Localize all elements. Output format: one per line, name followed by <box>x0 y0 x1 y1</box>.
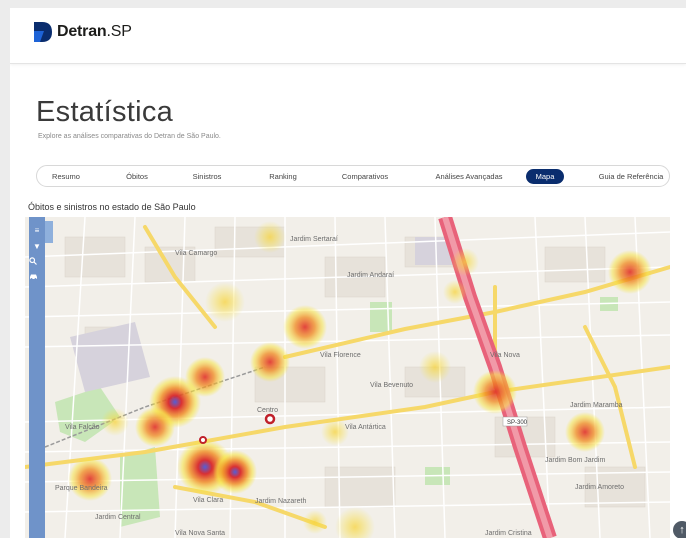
page: Detran.SP Estatística Explore as análise… <box>10 8 686 538</box>
road-shield: SP-300 <box>507 420 528 426</box>
tab-mapa[interactable]: Mapa <box>526 169 564 184</box>
tab-analises-avancadas[interactable]: Análises Avançadas <box>421 169 517 184</box>
map-section-title: Óbitos e sinistros no estado de São Paul… <box>28 202 196 212</box>
car-icon[interactable] <box>29 273 45 287</box>
place-label: Jardim Maramba <box>570 402 623 409</box>
place-label: Jardim Amoreto <box>575 484 624 491</box>
place-label: Vila Nova <box>490 352 520 359</box>
place-label: Vila Nova Santa <box>175 530 225 537</box>
place-label: Vila Bevenuto <box>370 382 413 389</box>
place-label: Centro <box>257 407 278 414</box>
place-label: Vila Antártica <box>345 424 386 431</box>
place-label: Jardim Central <box>95 514 141 521</box>
toolbar-toggle[interactable] <box>45 221 53 243</box>
tab-ranking[interactable]: Ranking <box>255 169 311 184</box>
layers-icon[interactable]: ≡ <box>29 223 45 237</box>
heatmap-map[interactable]: Vila Camargo Jardim Sertaraí Jardim Anda… <box>25 217 670 538</box>
place-label: Vila Clara <box>193 497 223 504</box>
place-label: Jardim Andaraí <box>347 272 394 279</box>
detran-logo-icon <box>34 22 52 42</box>
brand-name: Detran.SP <box>57 23 132 40</box>
site-header: Detran.SP <box>10 8 686 64</box>
tab-guia-de-referencia[interactable]: Guia de Referência <box>593 169 669 184</box>
tab-obitos[interactable]: Óbitos <box>115 169 159 184</box>
page-title: Estatística <box>36 96 174 128</box>
place-label: Jardim Cristina <box>485 530 532 537</box>
map-canvas[interactable]: Vila Camargo Jardim Sertaraí Jardim Anda… <box>25 217 670 538</box>
brand-logo[interactable]: Detran.SP <box>34 22 132 42</box>
place-label: Jardim Bom Jardim <box>545 457 605 464</box>
place-label: Vila Falcão <box>65 424 100 431</box>
arrow-up-icon[interactable]: ↑ <box>673 521 686 538</box>
place-label: Vila Florence <box>320 352 361 359</box>
map-toolbar: ≡ ▼ <box>29 217 45 538</box>
tab-comparativos[interactable]: Comparativos <box>329 169 401 184</box>
stats-tab-bar: Resumo Óbitos Sinistros Ranking Comparat… <box>36 165 670 187</box>
place-label: Jardim Sertaraí <box>290 236 338 243</box>
map-marker[interactable] <box>199 436 207 444</box>
place-label: Vila Camargo <box>175 250 217 257</box>
tab-resumo[interactable]: Resumo <box>43 169 89 184</box>
place-label: Parque Bandeira <box>55 485 108 492</box>
filter-icon[interactable]: ▼ <box>29 239 45 253</box>
tab-sinistros[interactable]: Sinistros <box>179 169 235 184</box>
map-marker[interactable] <box>264 413 276 425</box>
page-subtitle: Explore as análises comparativas do Detr… <box>38 133 221 140</box>
search-icon[interactable] <box>29 257 45 271</box>
place-label: Jardim Nazareth <box>255 498 306 505</box>
